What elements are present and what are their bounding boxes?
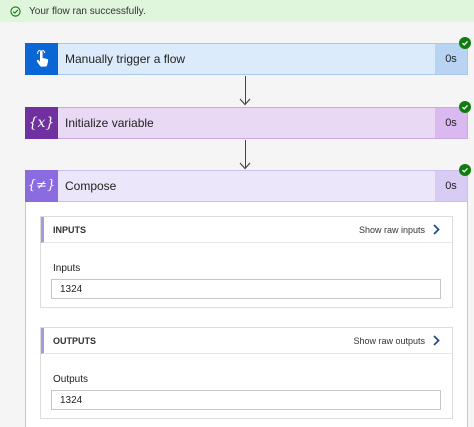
step-manual-trigger[interactable]: Manually trigger a flow 0s <box>25 42 468 75</box>
inputs-field-label: Inputs <box>53 263 81 274</box>
outputs-header-label: OUTPUTS <box>53 335 97 346</box>
chevron-right-icon <box>433 335 440 346</box>
outputs-header: OUTPUTS Show raw outputs <box>41 328 452 354</box>
step-compose[interactable]: {≠} Compose 0s <box>25 169 468 202</box>
show-raw-outputs-link[interactable]: Show raw outputs <box>353 335 452 346</box>
compose-icon: {≠} <box>25 169 58 202</box>
outputs-value-field[interactable]: 1324 <box>51 390 441 410</box>
inputs-header: INPUTS Show raw inputs <box>41 217 452 243</box>
inputs-header-label: INPUTS <box>53 224 87 235</box>
step-title: Compose <box>65 179 117 193</box>
variable-icon: {x} <box>25 106 58 139</box>
arrow-down-icon <box>239 98 251 106</box>
variable-icon-glyph: {x} <box>28 114 55 131</box>
success-banner: Your flow ran successfully. <box>0 0 474 22</box>
inputs-value-field[interactable]: 1324 <box>51 279 441 299</box>
arrow-down-icon <box>239 162 251 170</box>
chevron-right-icon <box>433 224 440 235</box>
step-title: Initialize variable <box>65 116 154 130</box>
show-raw-inputs-link[interactable]: Show raw inputs <box>359 224 452 235</box>
outputs-field-label: Outputs <box>53 374 89 385</box>
show-raw-inputs-label: Show raw inputs <box>358 224 425 235</box>
step-success-check-icon <box>459 37 471 49</box>
step-success-check-icon <box>459 101 471 113</box>
touch-hand-icon <box>25 42 58 75</box>
success-message: Your flow ran successfully. <box>29 5 146 17</box>
inputs-section: INPUTS Show raw inputs Inputs 1324 <box>40 216 453 308</box>
step-initialize-variable[interactable]: {x} Initialize variable 0s <box>25 106 468 139</box>
step-success-check-icon <box>459 164 471 176</box>
show-raw-outputs-label: Show raw outputs <box>353 335 425 346</box>
outputs-section: OUTPUTS Show raw outputs Outputs 1324 <box>40 327 453 419</box>
step-title: Manually trigger a flow <box>65 52 186 66</box>
compose-icon-glyph: {≠} <box>27 178 56 193</box>
check-circle-icon <box>10 5 21 17</box>
